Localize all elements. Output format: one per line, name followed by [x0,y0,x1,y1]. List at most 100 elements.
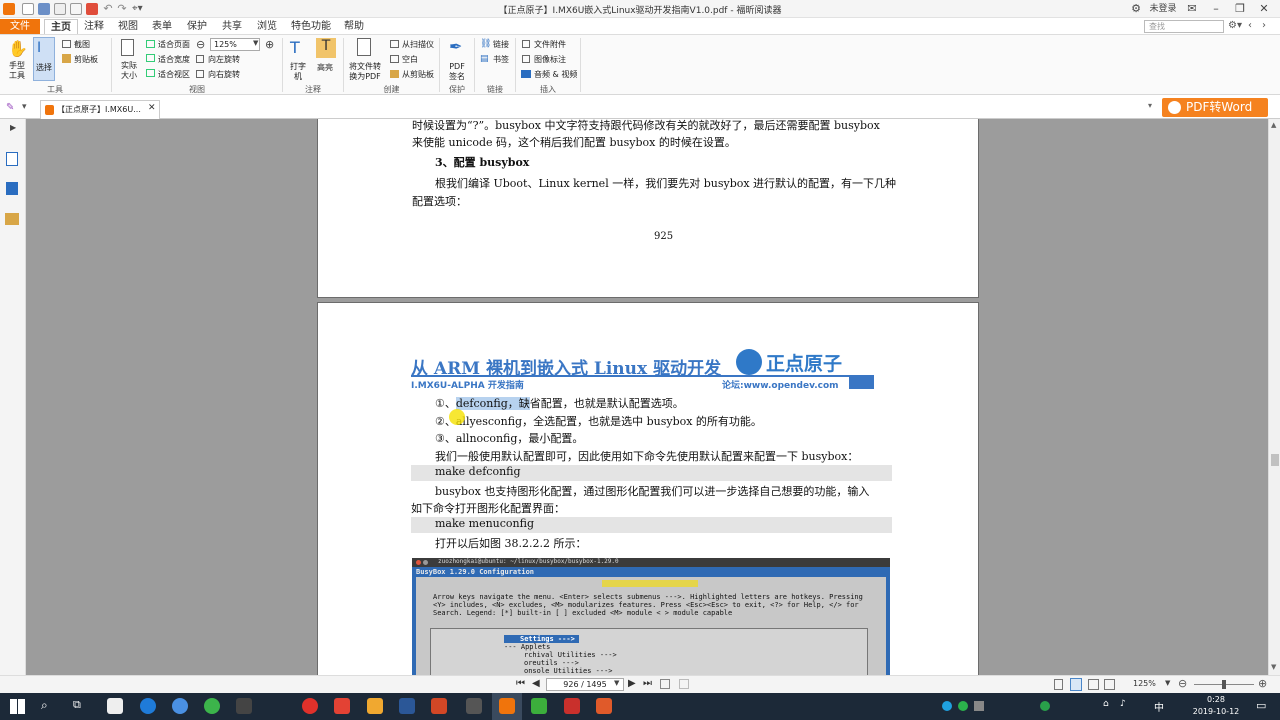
zoom-level-dropdown-icon[interactable]: ▼ [1165,679,1170,687]
hand-icon[interactable]: ✋ [8,39,28,58]
next-view-icon[interactable] [679,679,689,689]
zoom-slider-thumb[interactable] [1222,680,1226,689]
tray-icon[interactable] [974,701,984,711]
clock-time[interactable]: 0:28 [1196,695,1236,704]
fit-width-button[interactable]: 适合宽度 [158,54,190,65]
rotate-left-button[interactable]: 向左旋转 [208,54,240,65]
login-link[interactable]: 未登录 [1148,1,1178,17]
menu-annotate[interactable]: 注释 [78,19,110,34]
menu-form[interactable]: 表单 [146,19,178,34]
next-page-icon[interactable]: ▶ [628,678,636,689]
task-view-icon[interactable]: ⧉ [73,698,81,712]
prev-result-icon[interactable]: ‹ [1248,20,1252,31]
skin-icon[interactable]: ⚙ [1126,1,1146,17]
terminal-app-icon[interactable] [466,698,482,714]
page-dropdown-icon[interactable]: ▼ [614,679,619,687]
search-taskbar-icon[interactable]: ⌕ [41,698,48,713]
from-scanner-button[interactable]: 从扫描仪 [402,39,434,50]
tab-list-icon[interactable]: ▾ [22,102,27,112]
menu-view[interactable]: 视图 [112,19,144,34]
notification-icon[interactable]: ▭ [1256,699,1266,712]
clock-date[interactable]: 2019-10-12 [1190,707,1242,716]
windows-start-icon[interactable] [10,699,25,714]
single-page-icon[interactable] [1054,679,1063,690]
wechat-icon[interactable] [204,698,220,714]
minimize-button[interactable]: – [1206,1,1226,17]
menu-protect[interactable]: 保护 [181,19,213,34]
vertical-scrollbar[interactable]: ▲ ▼ [1268,119,1280,675]
link-button[interactable]: 链接 [493,39,509,50]
tab-scroll-icon[interactable]: ▾ [1148,101,1152,110]
edge-icon[interactable] [140,698,156,714]
blank-button[interactable]: 空白 [402,54,418,65]
foxit-reader-taskbar-icon[interactable] [499,698,515,714]
continuous-facing-icon[interactable] [1104,679,1115,690]
image-annotation-button[interactable]: 图像标注 [534,54,566,65]
search-input[interactable]: 查找 [1144,20,1224,33]
tray-green-icon[interactable] [1040,701,1050,711]
page-number-input[interactable]: 926 / 1495 [546,678,624,691]
video-app-icon[interactable] [334,698,350,714]
netease-music-icon[interactable] [302,698,318,714]
close-tab-icon[interactable]: ✕ [148,103,156,113]
zoom-in-icon[interactable]: ⊕ [265,38,274,51]
facing-page-icon[interactable] [1088,679,1099,690]
close-button[interactable]: ✕ [1254,1,1274,17]
zoom-out-icon[interactable]: ⊖ [196,38,205,51]
snapshot-button[interactable]: 截图 [74,39,90,50]
menu-help[interactable]: 帮助 [338,19,370,34]
menu-file[interactable]: 文件 [0,19,40,34]
volume-icon[interactable]: ♪ [1120,699,1126,709]
scroll-up-icon[interactable]: ▲ [1271,121,1276,129]
last-page-icon[interactable]: ⏭ [643,678,652,689]
network-icon[interactable]: ⌂ [1103,699,1109,709]
filezilla-icon[interactable] [564,698,580,714]
sidebar-toggle-icon[interactable]: ✎ [6,102,14,113]
file-attachment-button[interactable]: 文件附件 [534,39,566,50]
previous-view-icon[interactable] [660,679,670,689]
ime-indicator[interactable]: 中 [1154,699,1164,714]
game-app-icon[interactable] [236,698,252,714]
maximize-button[interactable]: ❐ [1230,1,1250,17]
fit-page-button[interactable]: 适合页面 [158,39,190,50]
green-app-icon[interactable] [531,698,547,714]
search-options-icon[interactable]: ⚙▾ [1228,20,1242,31]
help-icon[interactable]: ✉ [1182,1,1202,17]
pdf-to-word-button[interactable]: PDF转Word [1162,98,1268,117]
attachments-panel-icon[interactable] [5,213,19,225]
layers-panel-icon[interactable] [6,182,18,195]
typewriter-button[interactable]: 打字机 [290,62,306,82]
menu-share[interactable]: 共享 [216,19,248,34]
next-result-icon[interactable]: › [1262,20,1266,31]
tray-app-icon[interactable] [942,701,952,711]
prev-page-icon[interactable]: ◀ [532,678,540,689]
zoom-minus-icon[interactable]: ⊖ [1178,677,1187,690]
actual-size-button[interactable]: 实际大小 [118,61,140,81]
scroll-down-icon[interactable]: ▼ [1271,663,1276,671]
rotate-right-button[interactable]: 向右旋转 [208,69,240,80]
bookmark-button[interactable]: 书签 [493,54,509,65]
from-clipboard-button[interactable]: 从剪贴板 [402,69,434,80]
menu-features[interactable]: 特色功能 [285,19,337,34]
first-page-icon[interactable]: ⏮ [516,678,525,689]
tray-wechat-icon[interactable] [958,701,968,711]
zoom-level[interactable]: 125% [1133,679,1156,688]
scroll-thumb[interactable] [1271,454,1279,466]
pdf-sign-button[interactable]: PDF签名 [447,62,467,82]
continuous-page-icon[interactable] [1070,678,1082,691]
hand-tool-label[interactable]: 手型工具 [6,61,28,81]
audio-video-button[interactable]: 音频 & 视频 [534,69,577,80]
expand-panel-icon[interactable]: ▶ [10,123,16,132]
highlight-button[interactable]: 高亮 [317,62,333,73]
fit-visible-button[interactable]: 适合视区 [158,69,190,80]
clipboard-button[interactable]: 剪贴板 [74,54,98,65]
convert-to-pdf-button[interactable]: 将文件转换为PDF [348,62,382,82]
pages-panel-icon[interactable] [6,152,18,166]
word-icon[interactable] [399,698,415,714]
browser-icon[interactable] [172,698,188,714]
menu-browse[interactable]: 浏览 [251,19,283,34]
menu-home[interactable]: 主页 [44,19,78,34]
powerpoint-icon[interactable] [431,698,447,714]
camera-app-icon[interactable] [107,698,123,714]
zoom-dropdown-icon[interactable]: ▼ [253,39,258,47]
